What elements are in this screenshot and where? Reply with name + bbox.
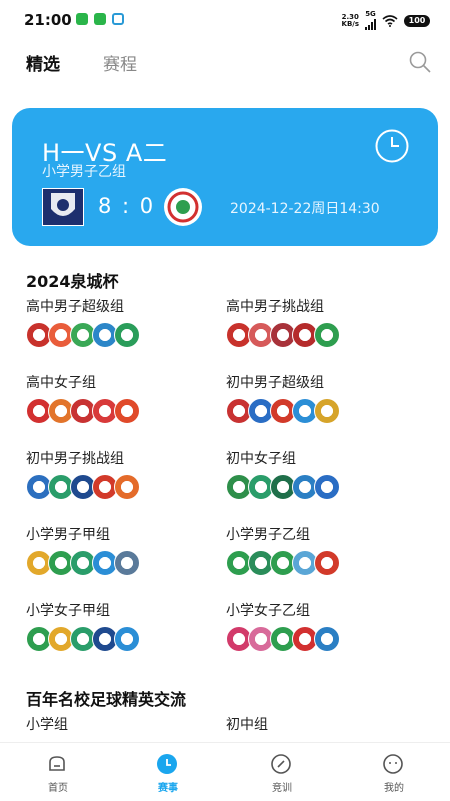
group-name: 高中女子组 — [26, 375, 96, 391]
search-icon[interactable] — [408, 50, 432, 74]
team-logos — [26, 474, 156, 502]
team-logos — [226, 550, 356, 578]
team-logos — [226, 322, 356, 350]
group-item[interactable]: 高中女子组 — [26, 372, 226, 432]
group-name: 小学女子甲组 — [26, 603, 110, 619]
team-logo-icon — [314, 550, 340, 576]
clock-icon — [375, 129, 409, 163]
events-icon — [157, 754, 177, 774]
team-logo-icon — [114, 626, 140, 652]
away-team-logo — [164, 188, 202, 226]
battery-icon: 100 — [404, 14, 430, 27]
group-item[interactable]: 小学女子乙组 — [226, 600, 426, 660]
match-card[interactable]: H一VS A二 小学男子乙组 8 : 0 2024-12-22周日14:30 — [12, 108, 438, 246]
team-logo-icon — [314, 322, 340, 348]
group-name: 小学男子甲组 — [26, 527, 110, 543]
group-item[interactable]: 小学女子甲组 — [26, 600, 226, 660]
group-name: 高中男子超级组 — [26, 299, 124, 315]
tab-featured[interactable]: 精选 — [26, 50, 60, 75]
group-item[interactable]: 小学男子甲组 — [26, 524, 226, 584]
team-logos — [226, 474, 356, 502]
group-name: 初中男子挑战组 — [26, 451, 124, 467]
group-name: 小学女子乙组 — [226, 603, 310, 619]
net-speed: 2.30 KB/s — [341, 12, 359, 28]
team-logos — [226, 626, 356, 654]
team-logo-icon — [114, 474, 140, 500]
group-name: 初中男子超级组 — [226, 375, 324, 391]
app-notification-icon — [94, 13, 106, 25]
team-logo-icon — [114, 398, 140, 424]
nav-mine[interactable]: 我的 — [354, 743, 434, 801]
match-group: 小学男子乙组 — [42, 164, 126, 180]
team-logo-icon — [314, 398, 340, 424]
group-item[interactable]: 初中男子挑战组 — [26, 448, 226, 508]
compass-icon — [271, 754, 291, 774]
nav-events[interactable]: 赛事 — [128, 743, 208, 801]
group-name: 初中女子组 — [226, 451, 296, 467]
top-tabs: 精选 赛程 — [0, 44, 450, 78]
group-item[interactable]: 小学男子乙组 — [226, 524, 426, 584]
tab-schedule[interactable]: 赛程 — [103, 50, 137, 75]
profile-icon — [383, 754, 403, 774]
bottom-nav: 首页 赛事 竞训 我的 — [0, 742, 450, 801]
wifi-icon — [382, 14, 398, 27]
team-logos — [26, 626, 156, 654]
home-icon — [49, 756, 65, 771]
signal-icon — [365, 18, 376, 30]
team-logo-icon — [314, 626, 340, 652]
team-logos — [26, 550, 156, 578]
home-team-logo — [42, 188, 84, 226]
team-logo-icon — [314, 474, 340, 500]
group-name: 小学男子乙组 — [226, 527, 310, 543]
team-logos — [26, 322, 156, 350]
group-item[interactable]: 初中男子超级组 — [226, 372, 426, 432]
team-logo-icon — [114, 322, 140, 348]
group-name: 初中组 — [226, 717, 268, 733]
team-logos — [226, 398, 356, 426]
app-notification-icon — [112, 13, 124, 25]
nav-training[interactable]: 竞训 — [242, 743, 322, 801]
team-logos — [26, 398, 156, 426]
match-score: 8 : 0 — [98, 194, 156, 218]
group-item[interactable]: 高中男子挑战组 — [226, 296, 426, 356]
nav-home[interactable]: 首页 — [18, 743, 98, 801]
section-title: 百年名校足球精英交流 — [26, 690, 187, 709]
status-time: 21:00 — [24, 11, 72, 29]
team-logo-icon — [114, 550, 140, 576]
group-item[interactable]: 初中女子组 — [226, 448, 426, 508]
section-title: 2024泉城杯 — [26, 272, 119, 291]
match-time: 2024-12-22周日14:30 — [230, 201, 380, 217]
group-name: 高中男子挑战组 — [226, 299, 324, 315]
group-name: 小学组 — [26, 717, 68, 733]
app-notification-icon — [76, 13, 88, 25]
group-item[interactable]: 高中男子超级组 — [26, 296, 226, 356]
status-bar: 21:00 2.30 KB/s 5G 100 — [0, 0, 450, 40]
net-type: 5G — [365, 11, 376, 30]
